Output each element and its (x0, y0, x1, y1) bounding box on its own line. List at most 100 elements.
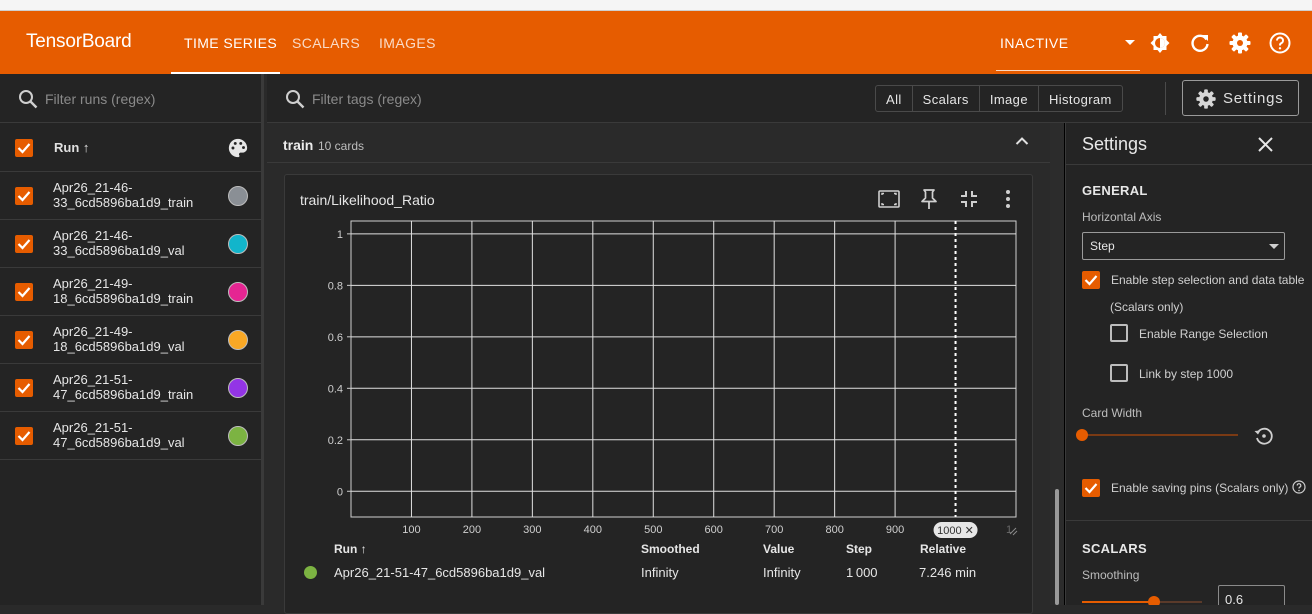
gear-icon (1196, 89, 1216, 109)
run-name-line1: Apr26_21-49- (53, 324, 133, 339)
scalar-card: train/Likelihood_Ratio 100 200 300 400 500 60… (284, 174, 1033, 614)
brand-title: TensorBoard (26, 31, 132, 52)
legend-relative: 7.246 min (919, 565, 977, 580)
card-width-thumb[interactable] (1076, 429, 1088, 441)
filter-image-button[interactable]: Image (980, 86, 1039, 111)
more-vert-icon[interactable] (1001, 189, 1015, 209)
legend-header-run[interactable]: Run ↑ (334, 542, 367, 556)
plugin-select-underline (996, 70, 1140, 71)
filter-scalars-button[interactable]: Scalars (913, 86, 980, 111)
y-tick-label: 0.2 (328, 435, 343, 447)
pin-icon[interactable] (919, 187, 939, 211)
run-row[interactable]: Apr26_21-51- 47_6cd5896ba1d9_train (0, 364, 264, 412)
main-scrollbar[interactable] (1050, 123, 1064, 605)
filter-histogram-button[interactable]: Histogram (1039, 86, 1122, 111)
tags-filter-input[interactable]: Filter tags (regex) (312, 91, 422, 107)
run-row[interactable]: Apr26_21-46- 33_6cd5896ba1d9_train (0, 172, 264, 220)
run-row[interactable]: Apr26_21-51- 47_6cd5896ba1d9_val (0, 412, 264, 460)
filter-all-button[interactable]: All (876, 86, 913, 111)
range-selection-checkbox[interactable] (1110, 324, 1128, 342)
run-color-swatch[interactable] (228, 330, 248, 350)
legend-header-relative[interactable]: Relative (920, 542, 966, 556)
run-checkbox[interactable] (15, 235, 33, 253)
x-tick-label: 300 (523, 524, 541, 536)
smoothing-track[interactable] (1082, 596, 1202, 605)
tab-time-series[interactable]: TIME SERIES (184, 35, 277, 51)
run-color-swatch[interactable] (228, 426, 248, 446)
run-row[interactable]: Apr26_21-49- 18_6cd5896ba1d9_val (0, 316, 264, 364)
run-checkbox[interactable] (15, 379, 33, 397)
run-name-line1: Apr26_21-49- (53, 276, 133, 291)
scrollbar-thumb[interactable] (1055, 489, 1059, 605)
y-tick-label: 1 (337, 229, 343, 241)
legend-header-step[interactable]: Step (846, 542, 872, 556)
legend-header-value[interactable]: Value (763, 542, 794, 556)
run-row[interactable]: Apr26_21-49- 18_6cd5896ba1d9_train (0, 268, 264, 316)
browser-top-strip (0, 0, 1312, 11)
chevron-up-icon[interactable] (1015, 136, 1029, 146)
run-color-swatch[interactable] (228, 378, 248, 398)
horizontal-axis-select[interactable]: Step (1082, 232, 1285, 260)
run-name-line1: Apr26_21-51- (53, 372, 133, 387)
step-selection-checkbox[interactable] (1082, 271, 1100, 289)
run-name-line2: 33_6cd5896ba1d9_val (53, 243, 185, 258)
app-header: TensorBoard TIME SERIES SCALARS IMAGES I… (0, 11, 1312, 74)
x-tick-label-clipped: 1 (1006, 524, 1012, 536)
plot-frame (350, 220, 1017, 518)
link-by-step-checkbox[interactable] (1110, 364, 1128, 382)
run-color-swatch[interactable] (228, 186, 248, 206)
scalars-only-note: (Scalars only) (1110, 300, 1184, 314)
runs-table-header: Run ↑ (0, 123, 264, 172)
x-tick-label: 200 (463, 524, 481, 536)
legend-smoothed: Infinity (641, 565, 679, 580)
run-name-line2: 18_6cd5896ba1d9_val (53, 339, 185, 354)
help-icon[interactable] (1292, 480, 1306, 494)
legend-value: Infinity (763, 565, 801, 580)
smoothing-fill (1082, 601, 1154, 603)
run-checkbox[interactable] (15, 331, 33, 349)
x-tick-label: 100 (402, 524, 420, 536)
collapse-icon[interactable] (959, 189, 979, 209)
run-row[interactable]: Apr26_21-46- 33_6cd5896ba1d9_val (0, 220, 264, 268)
settings-button[interactable]: Settings (1182, 80, 1299, 116)
line-chart[interactable]: 100 200 300 400 500 600 700 800 900 1 0 0.2 0.4 0.6 0… (285, 211, 1032, 541)
search-icon (286, 90, 305, 109)
legend-step: 1 000 (846, 565, 878, 580)
x-tick-label: 400 (584, 524, 602, 536)
group-header[interactable]: train 10 cards (267, 123, 1050, 163)
tab-scalars[interactable]: SCALARS (292, 35, 360, 51)
saving-pins-checkbox[interactable] (1082, 479, 1100, 497)
run-checkbox[interactable] (15, 187, 33, 205)
x-tick-label: 700 (765, 524, 783, 536)
run-checkbox[interactable] (15, 283, 33, 301)
run-column-header[interactable]: Run ↑ (54, 140, 89, 155)
runs-filter[interactable]: Filter runs (regex) (0, 74, 264, 123)
settings-panel-header: Settings (1066, 123, 1312, 165)
run-checkbox[interactable] (15, 427, 33, 445)
reload-icon[interactable] (1188, 31, 1212, 55)
card-width-track[interactable] (1076, 429, 1238, 441)
select-all-checkbox[interactable] (15, 139, 33, 157)
runs-filter-input[interactable]: Filter runs (regex) (45, 91, 155, 107)
plugin-select[interactable]: INACTIVE (1000, 35, 1069, 51)
settings-gear-icon[interactable] (1228, 31, 1252, 55)
settings-button-label: Settings (1223, 90, 1284, 107)
palette-icon[interactable] (227, 137, 249, 159)
close-icon[interactable] (1258, 137, 1273, 152)
y-tick-label: 0.8 (328, 280, 343, 292)
theme-toggle-icon[interactable] (1148, 31, 1172, 55)
fit-to-domain-icon[interactable] (877, 188, 901, 210)
help-icon[interactable] (1268, 31, 1292, 55)
run-color-swatch[interactable] (228, 282, 248, 302)
smoothing-thumb[interactable] (1148, 596, 1160, 605)
legend-run-swatch (304, 566, 317, 579)
chevron-down-icon[interactable] (1124, 39, 1136, 47)
run-name-line2: 33_6cd5896ba1d9_train (53, 195, 194, 210)
reset-icon[interactable] (1253, 425, 1275, 447)
chevron-down-icon (1269, 244, 1279, 249)
legend-header-smoothed[interactable]: Smoothed (641, 542, 700, 556)
settings-panel: Settings GENERAL Horizontal Axis Step En… (1065, 123, 1312, 605)
run-color-swatch[interactable] (228, 234, 248, 254)
smoothing-input[interactable]: 0.6 (1218, 585, 1285, 605)
tab-images[interactable]: IMAGES (379, 35, 436, 51)
